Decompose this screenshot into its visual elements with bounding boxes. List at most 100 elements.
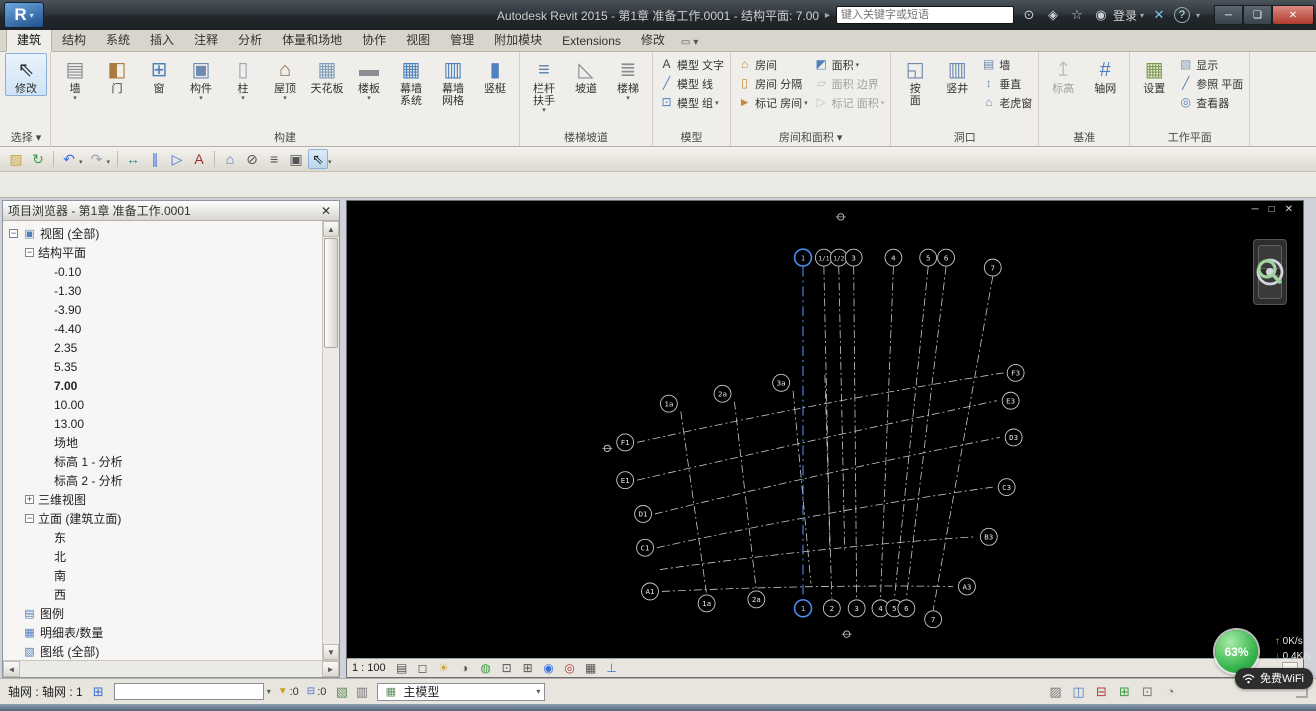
modify-tools-flyout[interactable]: ▭▾ bbox=[681, 37, 698, 51]
btn-opening-by-face[interactable]: ◱按面 bbox=[894, 53, 936, 108]
tree-item-sheets-all[interactable]: ▧图纸 (全部) bbox=[3, 642, 322, 660]
scrollbar-thumb[interactable] bbox=[324, 238, 338, 348]
favorites-icon[interactable]: ☆ bbox=[1068, 6, 1086, 24]
exclude-options-icon[interactable]: ⊞ bbox=[1116, 684, 1133, 700]
tree-item-level-1-analytical[interactable]: 标高 1 - 分析 bbox=[3, 452, 322, 471]
speedup-ball-overlay[interactable]: 63% bbox=[1215, 630, 1258, 673]
application-menu-button[interactable]: R▾ bbox=[4, 2, 44, 28]
grid-bubble[interactable]: E1 bbox=[617, 472, 634, 489]
scroll-up-icon[interactable]: ▲ bbox=[323, 221, 339, 237]
btn-set-work-plane[interactable]: ▦设置 bbox=[1133, 53, 1175, 96]
btn-modify[interactable]: ⇖修改 bbox=[5, 53, 47, 96]
grid-line[interactable] bbox=[894, 267, 928, 599]
grid-bubble[interactable]: 1a bbox=[660, 395, 677, 412]
status-search-arrow-icon[interactable]: ▾ bbox=[267, 687, 271, 696]
grid-arc-line[interactable] bbox=[637, 373, 1004, 443]
grid-arc-line[interactable] bbox=[657, 487, 993, 548]
grid-bubble[interactable]: 1/2 bbox=[830, 249, 847, 266]
grid-bubble[interactable]: 1/1 bbox=[815, 249, 832, 266]
btn-stair[interactable]: ≣楼梯▾ bbox=[607, 53, 649, 104]
temporary-view-properties-icon[interactable]: ▦ bbox=[583, 661, 599, 675]
expander-minus-icon[interactable]: − bbox=[25, 514, 34, 523]
search-icon[interactable]: ⊙ bbox=[1020, 6, 1038, 24]
btn-grid[interactable]: #轴网 bbox=[1084, 53, 1126, 96]
tab-manage[interactable]: 管理 bbox=[440, 29, 484, 51]
btn-component[interactable]: ▣构件▾ bbox=[180, 53, 222, 104]
shadows-icon[interactable]: ◑ bbox=[457, 661, 473, 675]
btn-shaft[interactable]: ▥竖井 bbox=[936, 53, 978, 96]
view-close-icon[interactable]: ✕ bbox=[1285, 204, 1293, 215]
status-prompt-icon[interactable]: ⊞ bbox=[90, 684, 107, 700]
drawing-area[interactable]: 11/11/23456712345671a2a3aF1E1D1C1A11a2aF… bbox=[347, 201, 1303, 658]
communication-center-icon[interactable]: ◈ bbox=[1044, 6, 1062, 24]
search-input[interactable] bbox=[836, 6, 1014, 24]
tab-structure[interactable]: 结构 bbox=[52, 29, 96, 51]
grid-arc-line[interactable] bbox=[660, 537, 975, 570]
project-browser-close-icon[interactable]: ✕ bbox=[318, 204, 334, 218]
close-button[interactable]: ✕ bbox=[1272, 5, 1314, 25]
btn-mullion[interactable]: ▮竖梃 bbox=[474, 53, 516, 96]
grid-bubble[interactable]: 3 bbox=[845, 249, 862, 266]
background-processes-icon[interactable]: ◔ bbox=[1162, 684, 1179, 699]
grid-drawing[interactable]: 11/11/23456712345671a2a3aF1E1D1C1A11a2aF… bbox=[347, 201, 1303, 658]
qat-undo-arrow-icon[interactable]: ▾ bbox=[79, 158, 83, 166]
btn-ceiling[interactable]: ▦天花板 bbox=[306, 53, 348, 96]
tab-annotate[interactable]: 注释 bbox=[184, 29, 228, 51]
tree-item-level-7.00[interactable]: 7.00 bbox=[3, 376, 322, 395]
grid-bubble[interactable]: D3 bbox=[1005, 429, 1022, 446]
tree-item-elevations[interactable]: −立面 (建筑立面) bbox=[3, 509, 322, 528]
grid-bubble[interactable]: C3 bbox=[998, 479, 1015, 496]
detail-level-icon[interactable]: ▤ bbox=[394, 661, 410, 675]
project-browser-vscrollbar[interactable]: ▲ ▼ bbox=[322, 221, 339, 660]
btn-column[interactable]: ▯柱▾ bbox=[222, 53, 264, 104]
show-constraints-icon[interactable]: ⊥ bbox=[604, 661, 620, 675]
panel-label-select[interactable]: 选择 ▾ bbox=[5, 131, 47, 146]
expander-minus-icon[interactable]: − bbox=[25, 248, 34, 257]
grid-bubble[interactable]: F3 bbox=[1007, 364, 1024, 381]
qat-select-button[interactable]: ⇖ bbox=[308, 149, 328, 169]
tree-item-views-all[interactable]: −▣视图 (全部) bbox=[3, 224, 322, 243]
grid-bubble[interactable]: A3 bbox=[958, 578, 975, 595]
qat-section-button[interactable]: ⊘ bbox=[242, 149, 262, 169]
tree-item-elev-north[interactable]: 北 bbox=[3, 547, 322, 566]
grid-bubble[interactable]: 7 bbox=[925, 611, 942, 628]
btn-wall[interactable]: ▤墙▾ bbox=[54, 53, 96, 104]
grid-bubble[interactable]: E3 bbox=[1002, 392, 1019, 409]
qat-thin-lines-button[interactable]: ≡ bbox=[264, 149, 284, 169]
tree-item-legends[interactable]: ▤图例 bbox=[3, 604, 322, 623]
btn-model-line[interactable]: ╱模型 线 bbox=[656, 74, 727, 93]
btn-area[interactable]: ◩面积▾ bbox=[811, 55, 888, 74]
exchange-apps-icon[interactable]: ✕ bbox=[1150, 6, 1168, 24]
btn-window[interactable]: ⊞窗 bbox=[138, 53, 180, 96]
tab-massing-site[interactable]: 体量和场地 bbox=[272, 29, 352, 51]
tree-item-level--3.90[interactable]: -3.90 bbox=[3, 300, 322, 319]
grid-bubble[interactable]: 2a bbox=[748, 591, 765, 608]
tree-item-level--4.40[interactable]: -4.40 bbox=[3, 319, 322, 338]
help-icon[interactable]: ? bbox=[1174, 7, 1190, 23]
tree-item-elev-east[interactable]: 东 bbox=[3, 528, 322, 547]
expander-minus-icon[interactable]: − bbox=[9, 229, 18, 238]
qat-text-button[interactable]: A bbox=[189, 149, 209, 169]
grid-bubble[interactable]: 2a bbox=[714, 385, 731, 402]
tree-item-schedules[interactable]: ▦明细表/数量 bbox=[3, 623, 322, 642]
panel-label-model[interactable]: 模型 bbox=[656, 131, 727, 146]
project-browser-hscrollbar[interactable]: ◄ ► bbox=[3, 660, 339, 677]
show-crop-region-icon[interactable]: ⊞ bbox=[520, 661, 536, 675]
grid-bubble[interactable]: B3 bbox=[980, 528, 997, 545]
tab-view[interactable]: 视图 bbox=[396, 29, 440, 51]
panel-label-datum[interactable]: 基准 bbox=[1042, 131, 1126, 146]
tab-modify[interactable]: 修改 bbox=[631, 29, 675, 51]
qat-close-hidden-windows-button[interactable]: ▣ bbox=[286, 149, 306, 169]
btn-curtain-system[interactable]: ▦幕墙系统 bbox=[390, 53, 432, 108]
grid-bubble[interactable]: C1 bbox=[637, 539, 654, 556]
show-rendering-dialog-icon[interactable]: ◍ bbox=[478, 661, 494, 675]
status-search-input[interactable] bbox=[114, 683, 264, 700]
grid-line[interactable] bbox=[681, 412, 707, 595]
grid-line[interactable] bbox=[793, 391, 811, 584]
worksets-status-icon[interactable]: ▧ bbox=[333, 684, 350, 700]
grid-bubble[interactable]: A1 bbox=[642, 583, 659, 600]
btn-railing[interactable]: ≡栏杆扶手▾ bbox=[523, 53, 565, 116]
grid-line[interactable] bbox=[880, 267, 893, 599]
tab-systems[interactable]: 系统 bbox=[96, 29, 140, 51]
grid-bubble[interactable]: 6 bbox=[938, 249, 955, 266]
